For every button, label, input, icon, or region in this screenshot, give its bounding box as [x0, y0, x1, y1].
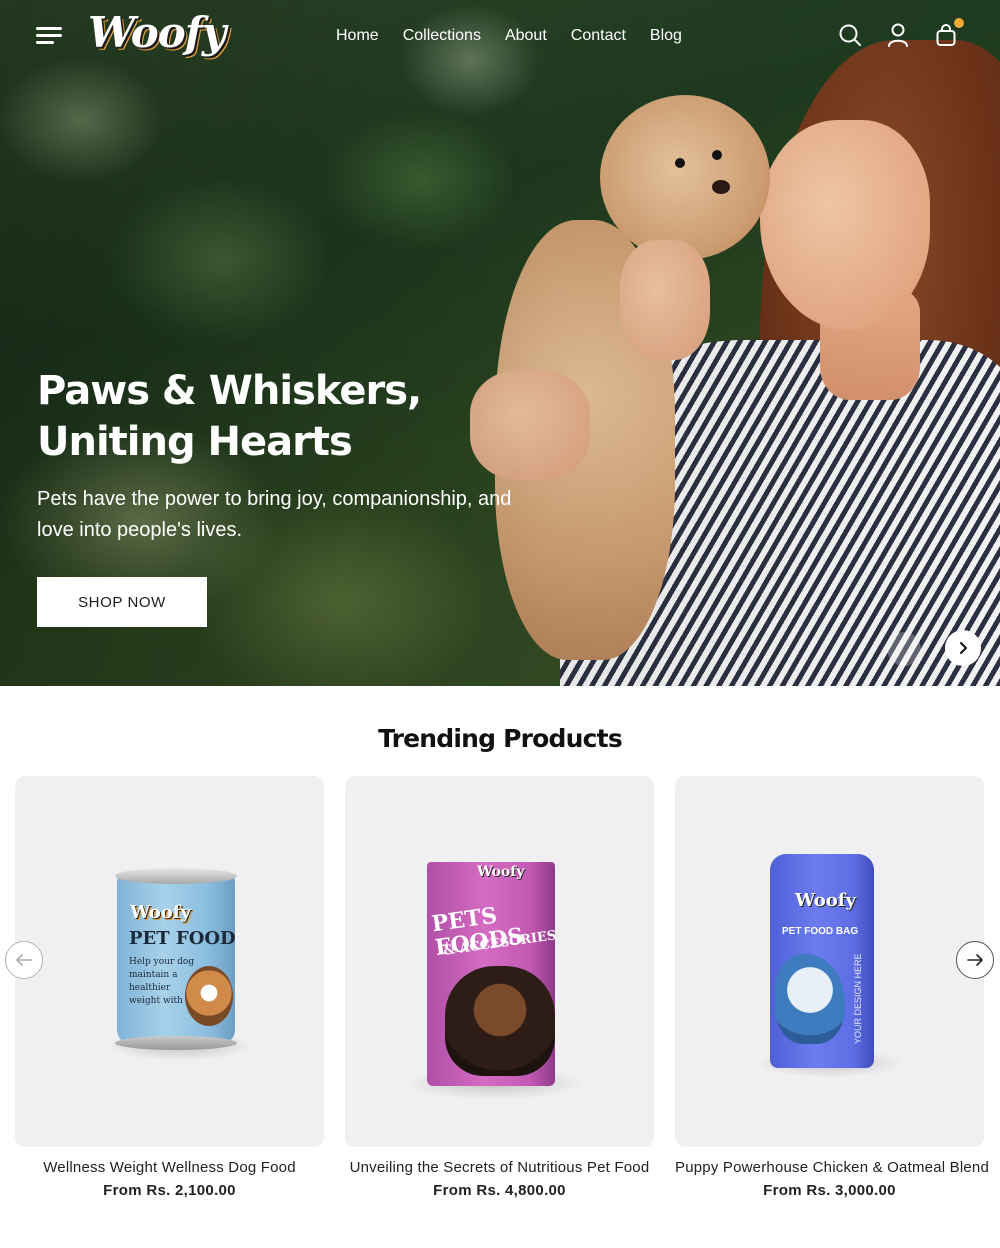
site-header: Woofy Home Collections About Contact Blo… — [0, 0, 1000, 76]
products-next-button[interactable] — [956, 941, 994, 979]
nav-contact[interactable]: Contact — [571, 27, 626, 45]
menu-icon[interactable] — [36, 27, 62, 45]
product-price: From Rs. 4,800.00 — [433, 1182, 566, 1199]
search-icon[interactable] — [838, 22, 862, 48]
cart-badge — [954, 18, 964, 28]
product-card[interactable]: Woofy PET FOOD Help your dog maintain a … — [15, 776, 324, 1199]
package-label: PET FOOD BAG — [782, 926, 859, 937]
products-prev-button[interactable] — [5, 941, 43, 979]
account-icon[interactable] — [886, 22, 910, 48]
package-brand: Woofy — [477, 864, 525, 880]
shop-now-button[interactable]: SHOP NOW — [37, 577, 207, 627]
hero-next-button[interactable] — [945, 630, 981, 666]
arrow-left-icon — [16, 954, 32, 966]
package-label: PET FOOD — [129, 928, 236, 949]
section-title: Trending Products — [378, 724, 623, 753]
package-side-text: YOUR DESIGN HERE — [853, 953, 863, 1044]
hero-banner: Paws & Whiskers, Uniting Hearts Pets hav… — [0, 0, 1000, 686]
cart-icon[interactable] — [934, 18, 964, 48]
package-brand: Woofy — [795, 890, 856, 911]
package-brand: Woofy — [130, 902, 191, 923]
nav-blog[interactable]: Blog — [650, 27, 682, 45]
main-nav: Home Collections About Contact Blog — [336, 27, 682, 45]
nav-home[interactable]: Home — [336, 27, 379, 45]
product-image[interactable]: Woofy PET FOOD BAG YOUR DESIGN HERE — [675, 776, 984, 1147]
hero-title-line: Paws & Whiskers, — [37, 368, 422, 414]
product-name[interactable]: Wellness Weight Wellness Dog Food — [15, 1159, 324, 1176]
hero-prev-button[interactable] — [887, 632, 921, 666]
logo[interactable]: Woofy — [88, 8, 226, 57]
arrow-right-icon — [967, 954, 983, 966]
product-card[interactable]: Woofy PETS FOODS & ACCESORIES Unveiling … — [345, 776, 654, 1199]
product-image[interactable]: Woofy PET FOOD Help your dog maintain a … — [15, 776, 324, 1147]
hero-title-line: Uniting Hearts — [37, 419, 353, 465]
hero-subtitle: Pets have the power to bring joy, compan… — [37, 488, 512, 541]
product-card[interactable]: Woofy PET FOOD BAG YOUR DESIGN HERE Pupp… — [675, 776, 989, 1199]
product-price: From Rs. 3,000.00 — [763, 1182, 896, 1199]
product-price: From Rs. 2,100.00 — [103, 1182, 236, 1199]
product-name[interactable]: Puppy Powerhouse Chicken & Oatmeal Blend — [675, 1159, 989, 1176]
hero-title: Paws & Whiskers, Uniting Hearts — [37, 366, 557, 468]
product-name[interactable]: Unveiling the Secrets of Nutritious Pet … — [345, 1159, 654, 1176]
dog-illustration — [445, 966, 555, 1076]
dog-illustration — [185, 966, 233, 1026]
product-image[interactable]: Woofy PETS FOODS & ACCESORIES — [345, 776, 654, 1147]
header-icons — [838, 18, 964, 48]
nav-about[interactable]: About — [505, 27, 547, 45]
chevron-right-icon — [960, 642, 967, 654]
nav-collections[interactable]: Collections — [403, 27, 481, 45]
